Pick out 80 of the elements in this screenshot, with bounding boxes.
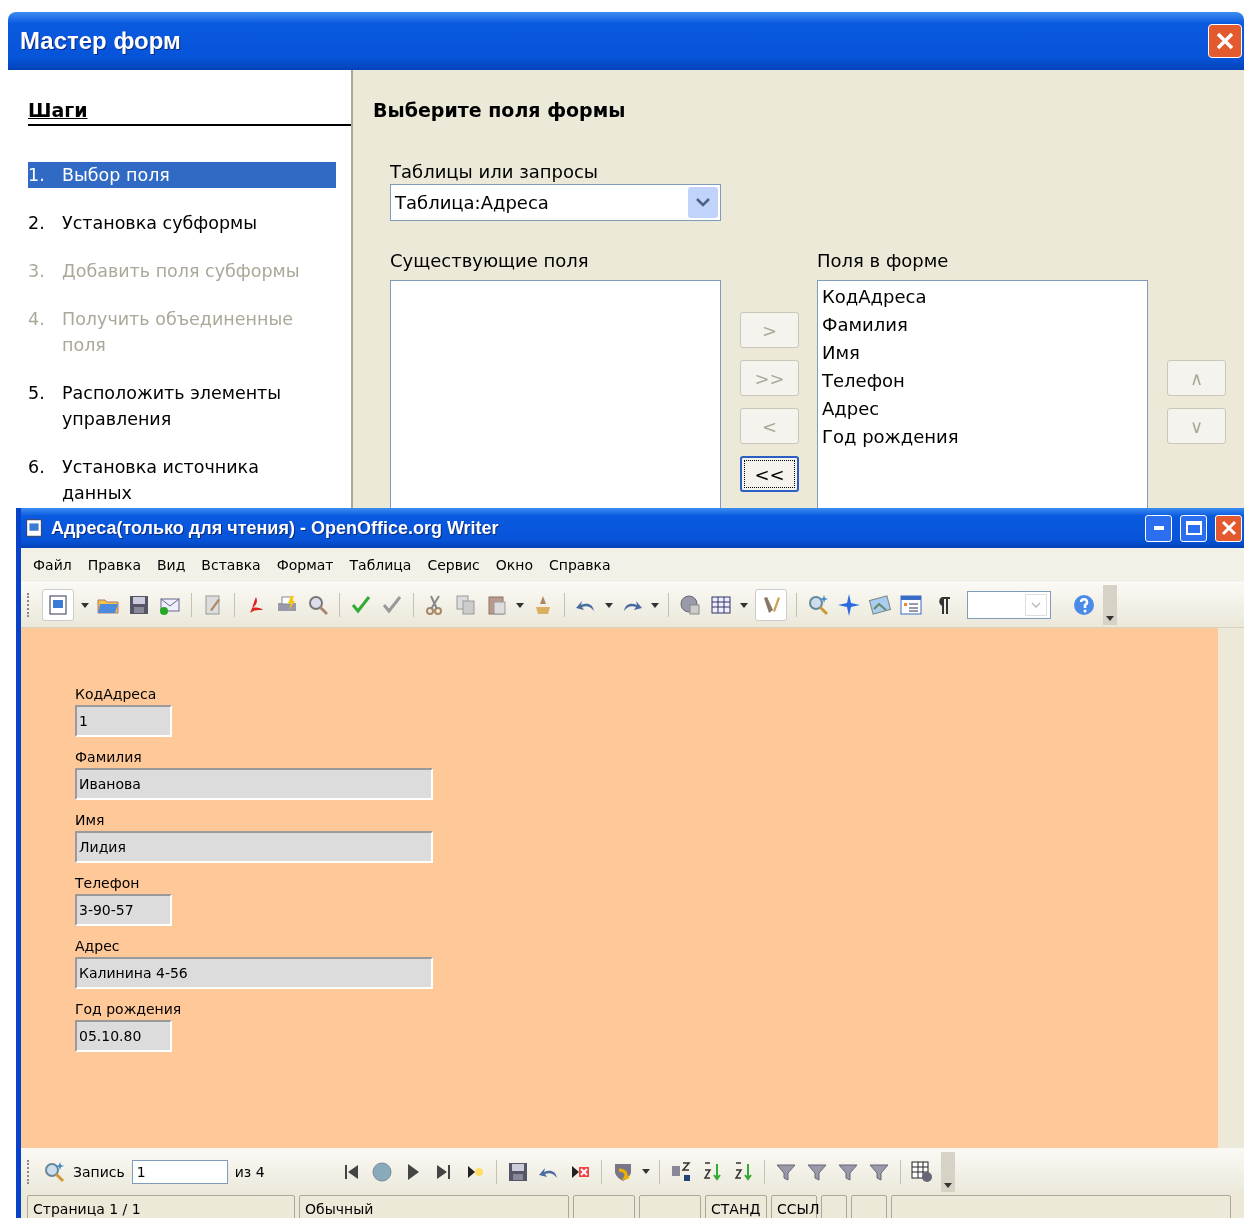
list-icon[interactable] (899, 593, 923, 617)
minimize-button[interactable] (1145, 514, 1172, 542)
list-item[interactable]: КодАдреса (822, 283, 927, 311)
list-item[interactable]: Имя (822, 339, 860, 367)
step-item[interactable]: 5. Расположить элементы управления (28, 380, 336, 432)
close-button[interactable] (1215, 514, 1242, 542)
record-label: Запись (73, 1163, 125, 1180)
caret-icon[interactable] (641, 1169, 650, 1174)
caret-icon[interactable] (1106, 616, 1114, 621)
list-item[interactable]: Адрес (822, 395, 880, 423)
star-icon[interactable] (837, 593, 861, 617)
move-button[interactable]: << (740, 456, 799, 492)
field-label: Фамилия (75, 749, 142, 765)
menu-item[interactable]: Справка (540, 557, 619, 573)
search-icon[interactable] (806, 593, 830, 617)
document-icon[interactable] (46, 593, 70, 617)
chevron-icon (696, 198, 710, 207)
status-text: СТАНД (705, 1195, 767, 1218)
list-box[interactable]: КодАдреса Фамилия Имя Телефон Адрес Год рождения (817, 280, 1148, 510)
table-icon[interactable] (709, 593, 733, 617)
menu-item[interactable]: Вставка (193, 557, 269, 573)
minimize-icon (1153, 526, 1164, 530)
list-item[interactable]: Фамилия (822, 311, 908, 339)
close-icon (1215, 31, 1235, 51)
menu-item[interactable]: Сервис (419, 557, 488, 573)
field-label: Адрес (75, 938, 120, 954)
field-label: Имя (75, 812, 105, 828)
table-select[interactable]: Таблица:Адреса (390, 184, 721, 221)
caret-icon[interactable] (740, 602, 748, 608)
field-label: КодАдреса (75, 686, 157, 702)
maximize-button[interactable] (1180, 514, 1207, 542)
menu-item[interactable]: Правка (79, 557, 149, 573)
text-field[interactable]: Калинина 4-56 (75, 957, 433, 989)
step-item[interactable]: 1. Выбор поля (28, 162, 336, 188)
caret-icon[interactable] (605, 602, 613, 608)
step-item[interactable]: 6. Установка источника данных (28, 454, 336, 506)
list-item[interactable]: Год рождения (822, 423, 959, 451)
caret-icon[interactable] (651, 602, 659, 608)
field-label: Таблицы или запросы (390, 160, 599, 184)
globe-icon[interactable] (678, 593, 702, 617)
combo-field[interactable] (967, 591, 1051, 619)
steps-heading: Шаги (28, 98, 88, 122)
maximize-icon (1185, 521, 1202, 535)
table-icon[interactable] (909, 1159, 934, 1184)
caret-icon[interactable] (943, 1182, 952, 1188)
list-label: Поля в форме (817, 249, 950, 273)
text-field[interactable]: 1 (75, 705, 172, 737)
status-text: Страница 1 / 1 (27, 1195, 295, 1218)
menu-item[interactable]: Файл (25, 557, 80, 573)
chevron-icon (1031, 602, 1041, 608)
text-field[interactable]: 05.10.80 (75, 1020, 172, 1052)
caret-icon[interactable] (81, 602, 89, 608)
menu-item[interactable]: Окно (487, 557, 541, 573)
list-item[interactable]: Телефон (822, 367, 905, 395)
menu-item[interactable]: Таблица (341, 557, 420, 573)
field-label: Год рождения (75, 1001, 182, 1017)
list-label: Существующие поля (390, 249, 590, 273)
record-count: из 4 (234, 1163, 265, 1180)
window-title: Адреса(только для чтения) - OpenOffice.org Writer (51, 517, 500, 539)
text-field[interactable]: Лидия (75, 831, 433, 863)
menu-item[interactable]: Вид (148, 557, 194, 573)
close-button[interactable] (1208, 24, 1242, 58)
clipboard-icon[interactable] (485, 593, 509, 617)
field-label: Телефон (75, 875, 140, 891)
text-field[interactable]: Иванова (75, 768, 433, 800)
step-item[interactable]: 2. Установка субформы (28, 210, 336, 236)
help-icon[interactable] (1072, 593, 1096, 617)
app-icon[interactable] (23, 517, 45, 539)
text-field[interactable]: 3-90-57 (75, 894, 172, 926)
status-text: ССЫЛ (771, 1195, 817, 1218)
status-text: Обычный (299, 1195, 569, 1218)
record-field[interactable]: 1 (131, 1159, 228, 1184)
close-icon (1220, 520, 1237, 536)
save-icon[interactable] (127, 593, 151, 617)
circle-icon[interactable] (369, 1159, 394, 1184)
page-heading: Выберите поля формы (373, 98, 627, 122)
menu-item[interactable]: Формат (268, 557, 342, 573)
window-title: Мастер форм (20, 27, 181, 55)
caret-icon[interactable] (516, 602, 524, 608)
magnifier-icon[interactable] (306, 593, 330, 617)
